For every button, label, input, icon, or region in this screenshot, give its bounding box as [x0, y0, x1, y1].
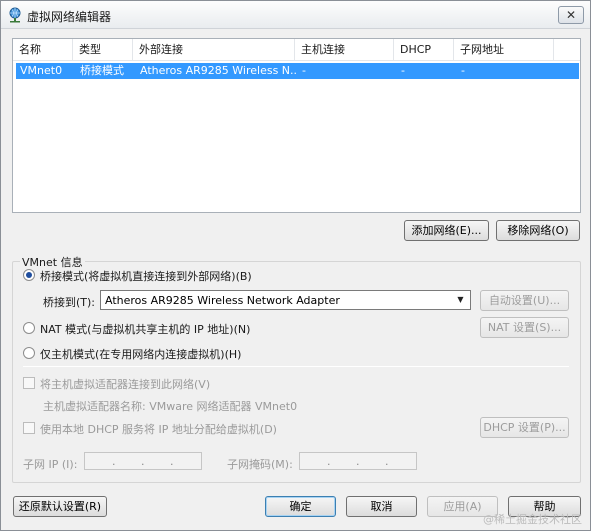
- bridge-to-label: 桥接到(T):: [43, 296, 96, 309]
- remove-network-button[interactable]: 移除网络(O): [496, 220, 580, 241]
- divider: [23, 366, 569, 367]
- ip-dot: .: [385, 455, 389, 468]
- column-header-type[interactable]: 类型: [73, 39, 133, 61]
- cell-name: VMnet0: [20, 64, 63, 77]
- table-row[interactable]: VMnet0 桥接模式 Atheros AR9285 Wireless N...…: [16, 63, 579, 79]
- host-only-label[interactable]: 仅主机模式(在专用网络内连接虚拟机)(H): [40, 346, 241, 362]
- title-bar: 虚拟网络编辑器 ✕: [1, 1, 590, 29]
- virtual-network-editor-window: 虚拟网络编辑器 ✕ 名称 类型 外部连接 主机连接 DHCP 子网地址 VMne…: [0, 0, 591, 531]
- connect-host-adapter-checkbox[interactable]: [23, 377, 35, 389]
- use-dhcp-label[interactable]: 使用本地 DHCP 服务将 IP 地址分配给虚拟机(D): [40, 421, 277, 437]
- host-only-radio[interactable]: [23, 347, 35, 359]
- nat-settings-button[interactable]: NAT 设置(S)...: [480, 317, 569, 338]
- ip-dot: .: [141, 455, 145, 468]
- cell-subnet: -: [461, 64, 465, 77]
- cell-host: -: [302, 64, 306, 77]
- network-globe-icon: [9, 7, 21, 23]
- chevron-down-icon: ▼: [457, 295, 464, 304]
- bridge-to-value: Atheros AR9285 Wireless Network Adapter: [105, 294, 340, 307]
- nat-mode-label[interactable]: NAT 模式(与虚拟机共享主机的 IP 地址)(N): [40, 321, 250, 337]
- ip-dot: .: [112, 455, 116, 468]
- close-button[interactable]: ✕: [558, 6, 584, 24]
- ok-button[interactable]: 确定: [265, 496, 336, 517]
- window-title: 虚拟网络编辑器: [27, 10, 112, 24]
- subnet-ip-label: 子网 IP (I):: [23, 458, 78, 471]
- subnet-mask-label: 子网掩码(M):: [227, 458, 293, 471]
- cell-dhcp: -: [401, 64, 405, 77]
- nat-mode-radio[interactable]: [23, 322, 35, 334]
- use-dhcp-checkbox[interactable]: [23, 422, 35, 434]
- network-list[interactable]: 名称 类型 外部连接 主机连接 DHCP 子网地址 VMnet0 桥接模式 At…: [12, 38, 581, 213]
- column-header-host[interactable]: 主机连接: [295, 39, 394, 61]
- column-header-dhcp[interactable]: DHCP: [394, 39, 454, 61]
- bridge-to-select[interactable]: Atheros AR9285 Wireless Network Adapter …: [100, 290, 471, 310]
- bridge-mode-radio[interactable]: [23, 269, 35, 281]
- auto-settings-button[interactable]: 自动设置(U)...: [480, 290, 569, 311]
- add-network-button[interactable]: 添加网络(E)...: [404, 220, 489, 241]
- subnet-ip-input[interactable]: . . .: [84, 452, 202, 470]
- ip-dot: .: [356, 455, 360, 468]
- cell-type: 桥接模式: [80, 64, 124, 77]
- close-icon: ✕: [565, 8, 577, 22]
- ip-dot: .: [327, 455, 331, 468]
- vmnet-info-group: VMnet 信息: [12, 254, 581, 484]
- cancel-button[interactable]: 取消: [346, 496, 417, 517]
- restore-defaults-button[interactable]: 还原默认设置(R): [13, 496, 107, 517]
- cell-external: Atheros AR9285 Wireless N...: [140, 64, 298, 77]
- column-header-subnet[interactable]: 子网地址: [454, 39, 554, 61]
- host-adapter-name: 主机虚拟适配器名称: VMware 网络适配器 VMnet0: [43, 400, 298, 413]
- column-header-external[interactable]: 外部连接: [133, 39, 295, 61]
- subnet-mask-input[interactable]: . . .: [299, 452, 417, 470]
- list-header: 名称 类型 外部连接 主机连接 DHCP 子网地址: [13, 39, 580, 61]
- watermark: @稀土掘金技术社区: [483, 513, 582, 526]
- column-header-name[interactable]: 名称: [13, 39, 73, 61]
- bridge-mode-label[interactable]: 桥接模式(将虚拟机直接连接到外部网络)(B): [40, 268, 252, 284]
- connect-host-adapter-label[interactable]: 将主机虚拟适配器连接到此网络(V): [40, 376, 210, 392]
- dhcp-settings-button[interactable]: DHCP 设置(P)...: [480, 417, 569, 438]
- ip-dot: .: [170, 455, 174, 468]
